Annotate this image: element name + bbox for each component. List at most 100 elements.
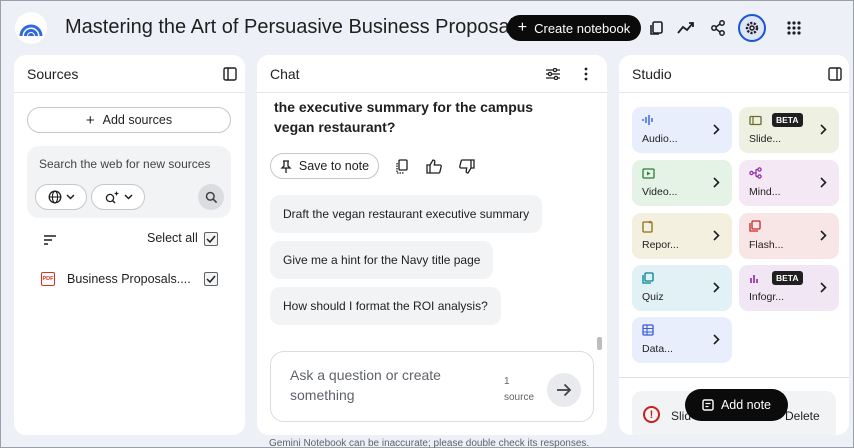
flashcards-icon	[748, 219, 762, 233]
chevron-right-icon	[711, 176, 721, 188]
source-name: Business Proposals....	[67, 272, 191, 286]
chevron-right-icon	[818, 176, 828, 188]
chat-input[interactable]: Ask a question or create something 1 sou…	[270, 351, 594, 422]
logo-icon	[19, 24, 43, 37]
studio-tile-quiz[interactable]: Quiz	[632, 265, 732, 311]
copy-icon[interactable]	[393, 157, 411, 175]
beta-badge: BETA	[772, 271, 803, 285]
tile-label: Data...	[642, 343, 673, 355]
suggested-prompt-chip[interactable]: Draft the vegan restaurant executive sum…	[270, 195, 543, 233]
data-table-icon	[641, 323, 655, 337]
copy-icon[interactable]	[645, 16, 669, 40]
delete-note-button[interactable]: Delete	[785, 409, 820, 423]
notebook-title[interactable]: Mastering the Art of Persuasive Business…	[65, 16, 524, 39]
create-notebook-button[interactable]: + Create notebook	[507, 15, 641, 41]
plus-icon: +	[85, 111, 95, 129]
chevron-right-icon	[711, 123, 721, 135]
tile-label: Slide...	[749, 133, 782, 145]
select-all-checkbox[interactable]	[204, 232, 218, 246]
note-icon	[702, 399, 714, 411]
report-icon	[641, 219, 655, 233]
chat-header: Chat	[257, 55, 607, 93]
source-count: 1 source	[504, 374, 534, 406]
more-vert-icon[interactable]	[577, 65, 595, 83]
studio-panel: Studio Audio... BETA Slide... Video... M…	[619, 55, 849, 435]
send-button[interactable]	[547, 373, 581, 407]
thumbs-up-icon[interactable]	[425, 157, 443, 175]
sources-panel: Sources + Add sources Search the web for…	[14, 55, 245, 435]
tile-label: Flash...	[749, 239, 784, 251]
app-logo[interactable]	[15, 12, 47, 44]
quiz-icon	[641, 271, 655, 285]
select-all-label: Select all	[147, 231, 198, 245]
suggested-prompt-chip[interactable]: How should I format the ROI analysis?	[270, 287, 501, 325]
suggested-prompt-chip[interactable]: Give me a hint for the Navy title page	[270, 241, 494, 279]
search-icon	[205, 191, 217, 203]
chat-scrollbar[interactable]	[597, 337, 602, 350]
thumbs-down-icon[interactable]	[458, 157, 476, 175]
studio-tile-data-table[interactable]: Data...	[632, 317, 732, 363]
warning-icon: !	[643, 406, 660, 423]
chat-input-placeholder: Ask a question or create something	[290, 367, 441, 403]
search-submit-button[interactable]	[198, 184, 224, 210]
analytics-icon[interactable]	[674, 16, 698, 40]
source-count-number: 1	[504, 376, 510, 387]
collapse-panel-icon[interactable]	[826, 65, 844, 83]
apps-grid-icon[interactable]	[782, 16, 806, 40]
web-source-dropdown[interactable]	[35, 184, 87, 210]
chat-title: Chat	[270, 66, 300, 82]
chevron-right-icon	[818, 229, 828, 241]
mindmap-icon	[748, 166, 762, 180]
video-icon	[641, 166, 655, 180]
sources-header: Sources	[14, 55, 245, 93]
chevron-down-icon	[65, 194, 75, 200]
tile-label: Quiz	[642, 291, 664, 303]
collapse-panel-icon[interactable]	[221, 65, 239, 83]
tile-label: Video...	[642, 186, 678, 198]
research-mode-dropdown[interactable]	[91, 184, 145, 210]
save-to-note-label: Save to note	[298, 159, 370, 173]
add-note-button[interactable]: Add note	[685, 389, 788, 421]
studio-tile-infographic[interactable]: BETA Infogr...	[739, 265, 839, 311]
source-item[interactable]: PDF Business Proposals....	[14, 267, 245, 291]
sort-icon[interactable]	[44, 232, 56, 250]
studio-tile-slides[interactable]: BETA Slide...	[739, 107, 839, 153]
add-note-label: Add note	[720, 398, 772, 412]
top-bar: Mastering the Art of Persuasive Business…	[1, 1, 853, 53]
pdf-icon: PDF	[41, 272, 55, 286]
studio-tile-video[interactable]: Video...	[632, 160, 732, 206]
studio-tile-audio[interactable]: Audio...	[632, 107, 732, 153]
studio-title: Studio	[632, 66, 672, 82]
chevron-right-icon	[818, 123, 828, 135]
chevron-right-icon	[711, 281, 721, 293]
studio-divider	[619, 377, 849, 378]
chat-question-line: vegan restaurant?	[274, 119, 396, 135]
chevron-down-icon	[123, 194, 133, 200]
beta-badge: BETA	[772, 113, 803, 127]
source-search-box: Search the web for new sources	[27, 146, 231, 218]
tile-label: Repor...	[642, 239, 679, 251]
chat-question: the executive summary for the campus veg…	[274, 97, 574, 137]
studio-tile-report[interactable]: Repor...	[632, 213, 732, 259]
source-count-label: source	[504, 392, 535, 403]
tile-label: Audio...	[642, 133, 678, 145]
studio-tile-flashcards[interactable]: Flash...	[739, 213, 839, 259]
create-notebook-label: Create notebook	[534, 20, 631, 36]
tile-label: Mind...	[749, 186, 781, 198]
save-to-note-button[interactable]: Save to note	[270, 153, 379, 179]
add-sources-label: Add sources	[102, 113, 173, 127]
plus-icon: +	[517, 19, 528, 36]
chat-question-line: the executive summary for the campus	[274, 99, 534, 115]
add-sources-button[interactable]: + Add sources	[27, 107, 231, 133]
sources-title: Sources	[27, 66, 79, 82]
settings-icon[interactable]	[738, 14, 766, 42]
audio-icon	[641, 113, 655, 127]
share-icon[interactable]	[706, 16, 730, 40]
tune-icon[interactable]	[544, 65, 562, 83]
studio-header: Studio	[619, 55, 849, 93]
source-search-input[interactable]: Search the web for new sources	[39, 157, 210, 171]
arrow-right-icon	[557, 383, 572, 397]
tile-label: Infogr...	[749, 291, 785, 303]
studio-tile-mindmap[interactable]: Mind...	[739, 160, 839, 206]
source-checkbox[interactable]	[204, 272, 218, 286]
